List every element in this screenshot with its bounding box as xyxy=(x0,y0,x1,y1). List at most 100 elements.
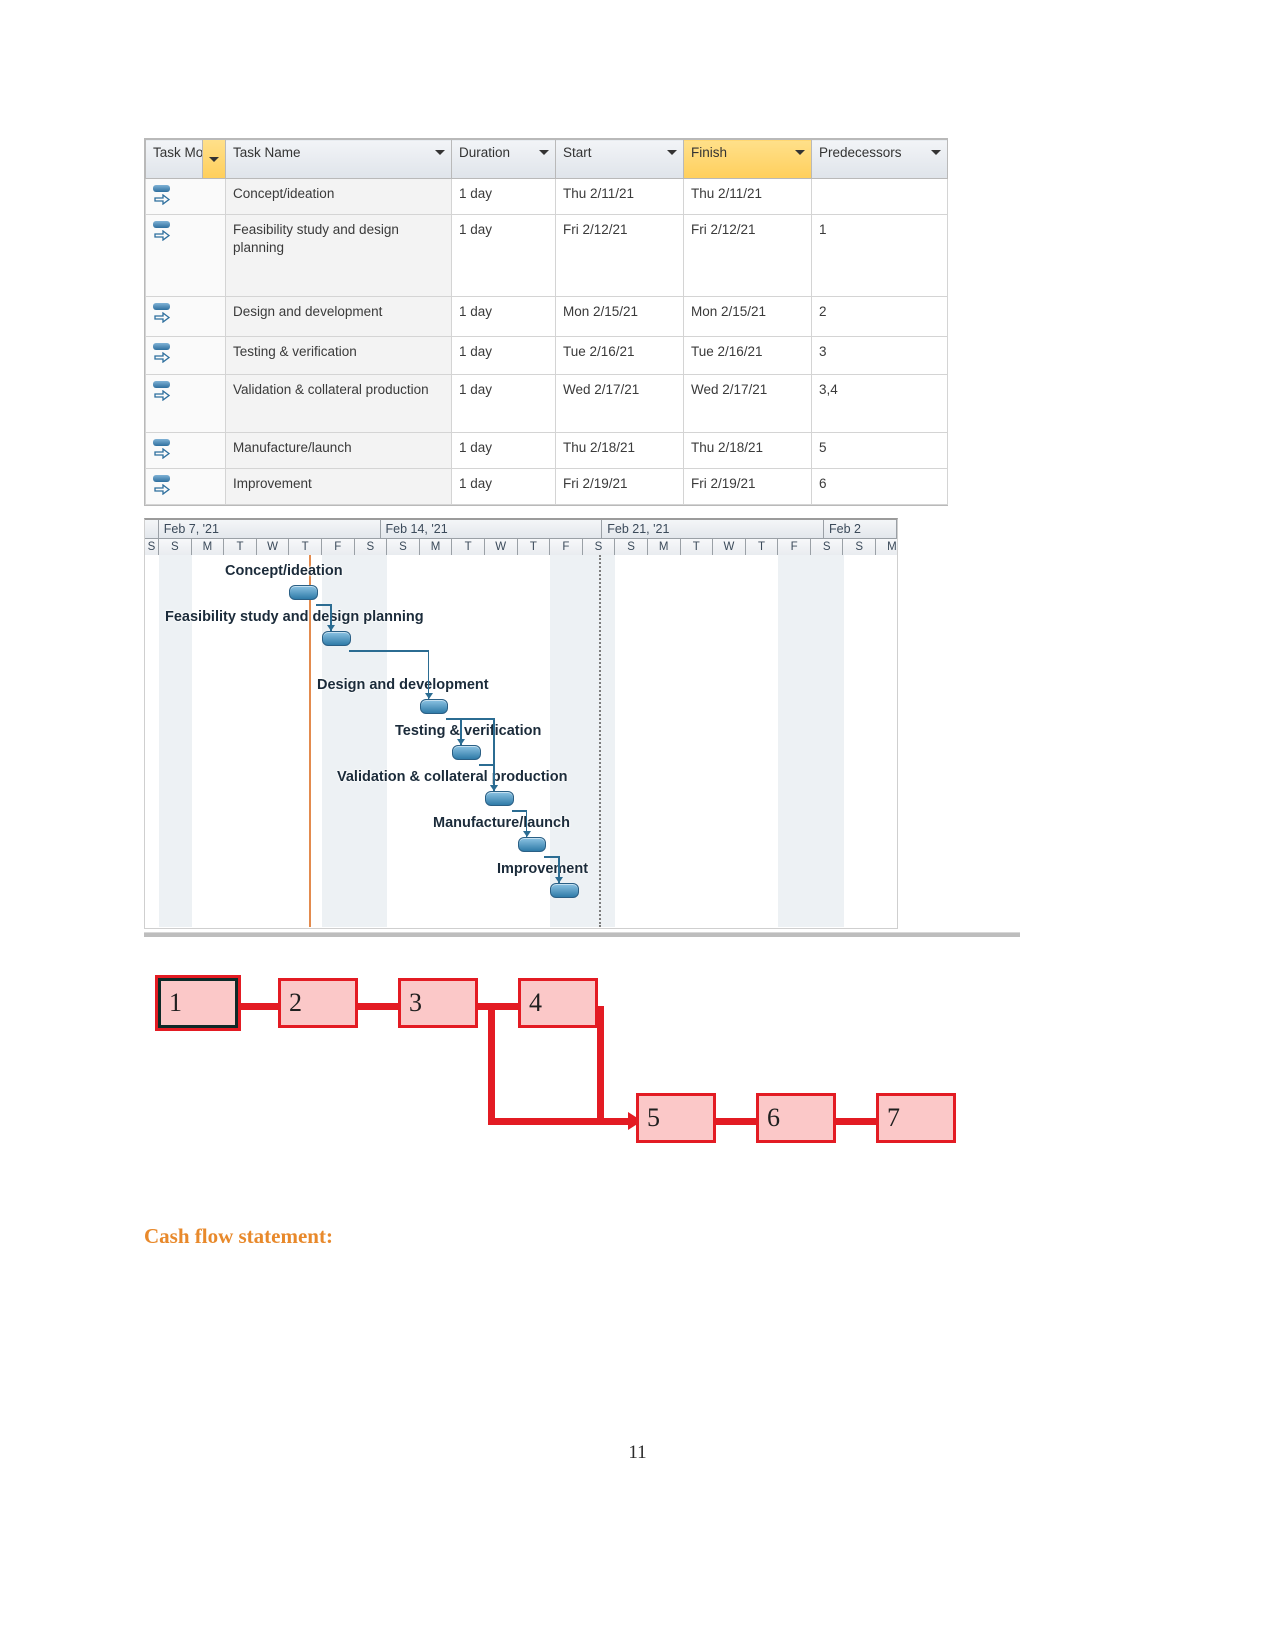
gantt-day-label: M xyxy=(876,539,897,556)
task-mode-cell[interactable] xyxy=(145,296,226,337)
task-name-cell[interactable]: Testing & verification xyxy=(225,336,452,375)
network-node-1[interactable]: 1 xyxy=(158,978,238,1028)
gantt-weekend-shade xyxy=(778,555,844,927)
chevron-down-icon[interactable] xyxy=(931,150,941,155)
task-name-cell[interactable]: Improvement xyxy=(225,468,452,505)
manually-scheduled-icon xyxy=(153,439,179,461)
task-mode-cell[interactable] xyxy=(145,374,226,433)
network-node-4[interactable]: 4 xyxy=(518,978,598,1028)
task-duration-cell[interactable]: 1 day xyxy=(451,296,556,337)
network-node-3-label: 3 xyxy=(409,988,422,1017)
chevron-down-icon[interactable] xyxy=(435,150,445,155)
task-predecessors-cell[interactable] xyxy=(811,178,948,215)
task-start-cell[interactable]: Wed 2/17/21 xyxy=(555,374,684,433)
gantt-day-label: W xyxy=(485,539,518,556)
gantt-day-label: S xyxy=(355,539,388,556)
gantt-body: Concept/ideation Feasibility study and de… xyxy=(145,555,897,927)
task-duration-cell[interactable]: 1 day xyxy=(451,374,556,433)
gantt-bar[interactable] xyxy=(452,745,481,760)
gantt-bar[interactable] xyxy=(419,699,449,714)
network-node-6[interactable]: 6 xyxy=(756,1093,836,1143)
gantt-bar-label: Feasibility study and design planning xyxy=(165,609,424,625)
table-row[interactable]: Manufacture/launch 1 day Thu 2/18/21 Thu 2/… xyxy=(145,432,948,469)
task-start-cell[interactable]: Thu 2/18/21 xyxy=(555,432,684,469)
gantt-day-label: T xyxy=(746,539,779,556)
task-predecessors-cell[interactable]: 6 xyxy=(811,468,948,505)
task-start-cell[interactable]: Fri 2/19/21 xyxy=(555,468,684,505)
column-header-predecessors[interactable]: Predecessors xyxy=(811,139,948,179)
task-mode-cell[interactable] xyxy=(145,214,226,297)
table-row[interactable]: Concept/ideation 1 day Thu 2/11/21 Thu 2/11… xyxy=(145,178,948,215)
task-duration-cell[interactable]: 1 day xyxy=(451,336,556,375)
network-node-7[interactable]: 7 xyxy=(876,1093,956,1143)
table-row[interactable]: Testing & verification 1 day Tue 2/16/21 Tu… xyxy=(145,336,948,375)
network-node-2[interactable]: 2 xyxy=(278,978,358,1028)
chevron-down-icon[interactable] xyxy=(795,150,805,155)
task-start-cell[interactable]: Fri 2/12/21 xyxy=(555,214,684,297)
task-finish-cell[interactable]: Wed 2/17/21 xyxy=(683,374,812,433)
manually-scheduled-icon xyxy=(153,343,179,365)
task-mode-cell[interactable] xyxy=(145,336,226,375)
gantt-bar[interactable] xyxy=(322,631,351,646)
table-row[interactable]: Improvement 1 day Fri 2/19/21 Fri 2/19/21 6 xyxy=(145,468,948,505)
gantt-link xyxy=(511,810,526,812)
chevron-down-icon[interactable] xyxy=(539,150,549,155)
task-finish-cell[interactable]: Thu 2/11/21 xyxy=(683,178,812,215)
task-start-cell[interactable]: Mon 2/15/21 xyxy=(555,296,684,337)
task-name-cell[interactable]: Feasibility study and design planning xyxy=(225,214,452,297)
gantt-link xyxy=(446,718,493,720)
column-header-duration[interactable]: Duration xyxy=(451,139,556,179)
gantt-day-label: S xyxy=(615,539,648,556)
task-predecessors-cell[interactable]: 2 xyxy=(811,296,948,337)
gantt-day-label: M xyxy=(192,539,225,556)
filter-dropdown-task-mode[interactable] xyxy=(202,140,225,178)
task-predecessors-cell[interactable]: 3 xyxy=(811,336,948,375)
task-finish-cell[interactable]: Thu 2/18/21 xyxy=(683,432,812,469)
chevron-down-icon[interactable] xyxy=(667,150,677,155)
gantt-bar[interactable] xyxy=(289,585,318,600)
gantt-day-label: S xyxy=(843,539,877,556)
task-finish-cell[interactable]: Tue 2/16/21 xyxy=(683,336,812,375)
edge-3-to-5-vertical xyxy=(488,1003,495,1125)
task-start-cell[interactable]: Tue 2/16/21 xyxy=(555,336,684,375)
task-mode-cell[interactable] xyxy=(145,178,226,215)
table-row[interactable]: Feasibility study and design planning 1 d… xyxy=(145,214,948,297)
network-node-3[interactable]: 3 xyxy=(398,978,478,1028)
task-finish-cell[interactable]: Fri 2/19/21 xyxy=(683,468,812,505)
manually-scheduled-icon xyxy=(153,221,179,243)
task-duration-cell[interactable]: 1 day xyxy=(451,178,556,215)
gantt-bar[interactable] xyxy=(517,837,547,852)
gantt-week-label: Feb 2 xyxy=(824,520,897,538)
column-header-start[interactable]: Start xyxy=(555,139,684,179)
task-name-cell[interactable]: Concept/ideation xyxy=(225,178,452,215)
task-name-cell[interactable]: Validation & collateral production xyxy=(225,374,452,433)
task-duration-cell[interactable]: 1 day xyxy=(451,468,556,505)
manually-scheduled-icon xyxy=(153,185,179,207)
column-header-task-mode[interactable]: Task Mode xyxy=(145,139,226,179)
task-name-cell[interactable]: Manufacture/launch xyxy=(225,432,452,469)
task-mode-cell[interactable] xyxy=(145,432,226,469)
task-predecessors-cell[interactable]: 1 xyxy=(811,214,948,297)
gantt-week-label: Feb 7, '21 xyxy=(159,520,381,538)
task-duration-cell[interactable]: 1 day xyxy=(451,432,556,469)
gantt-day-label: S xyxy=(811,539,844,556)
task-finish-cell[interactable]: Fri 2/12/21 xyxy=(683,214,812,297)
network-node-7-label: 7 xyxy=(887,1103,900,1132)
gantt-bar[interactable] xyxy=(550,883,579,898)
network-node-6-label: 6 xyxy=(767,1103,780,1132)
task-predecessors-cell[interactable]: 3,4 xyxy=(811,374,948,433)
network-node-5[interactable]: 5 xyxy=(636,1093,716,1143)
task-start-cell[interactable]: Thu 2/11/21 xyxy=(555,178,684,215)
column-header-task-name[interactable]: Task Name xyxy=(225,139,452,179)
task-predecessors-cell[interactable]: 5 xyxy=(811,432,948,469)
table-row[interactable]: Validation & collateral production 1 day W… xyxy=(145,374,948,433)
gantt-week-label: Feb 21, '21 xyxy=(602,520,825,538)
column-header-finish[interactable]: Finish xyxy=(683,139,812,179)
task-name-cell[interactable]: Design and development xyxy=(225,296,452,337)
gantt-day-label: S xyxy=(387,539,420,556)
task-duration-cell[interactable]: 1 day xyxy=(451,214,556,297)
task-finish-cell[interactable]: Mon 2/15/21 xyxy=(683,296,812,337)
gantt-bar[interactable] xyxy=(485,791,514,806)
table-row[interactable]: Design and development 1 day Mon 2/15/21 Mo… xyxy=(145,296,948,337)
task-mode-cell[interactable] xyxy=(145,468,226,505)
